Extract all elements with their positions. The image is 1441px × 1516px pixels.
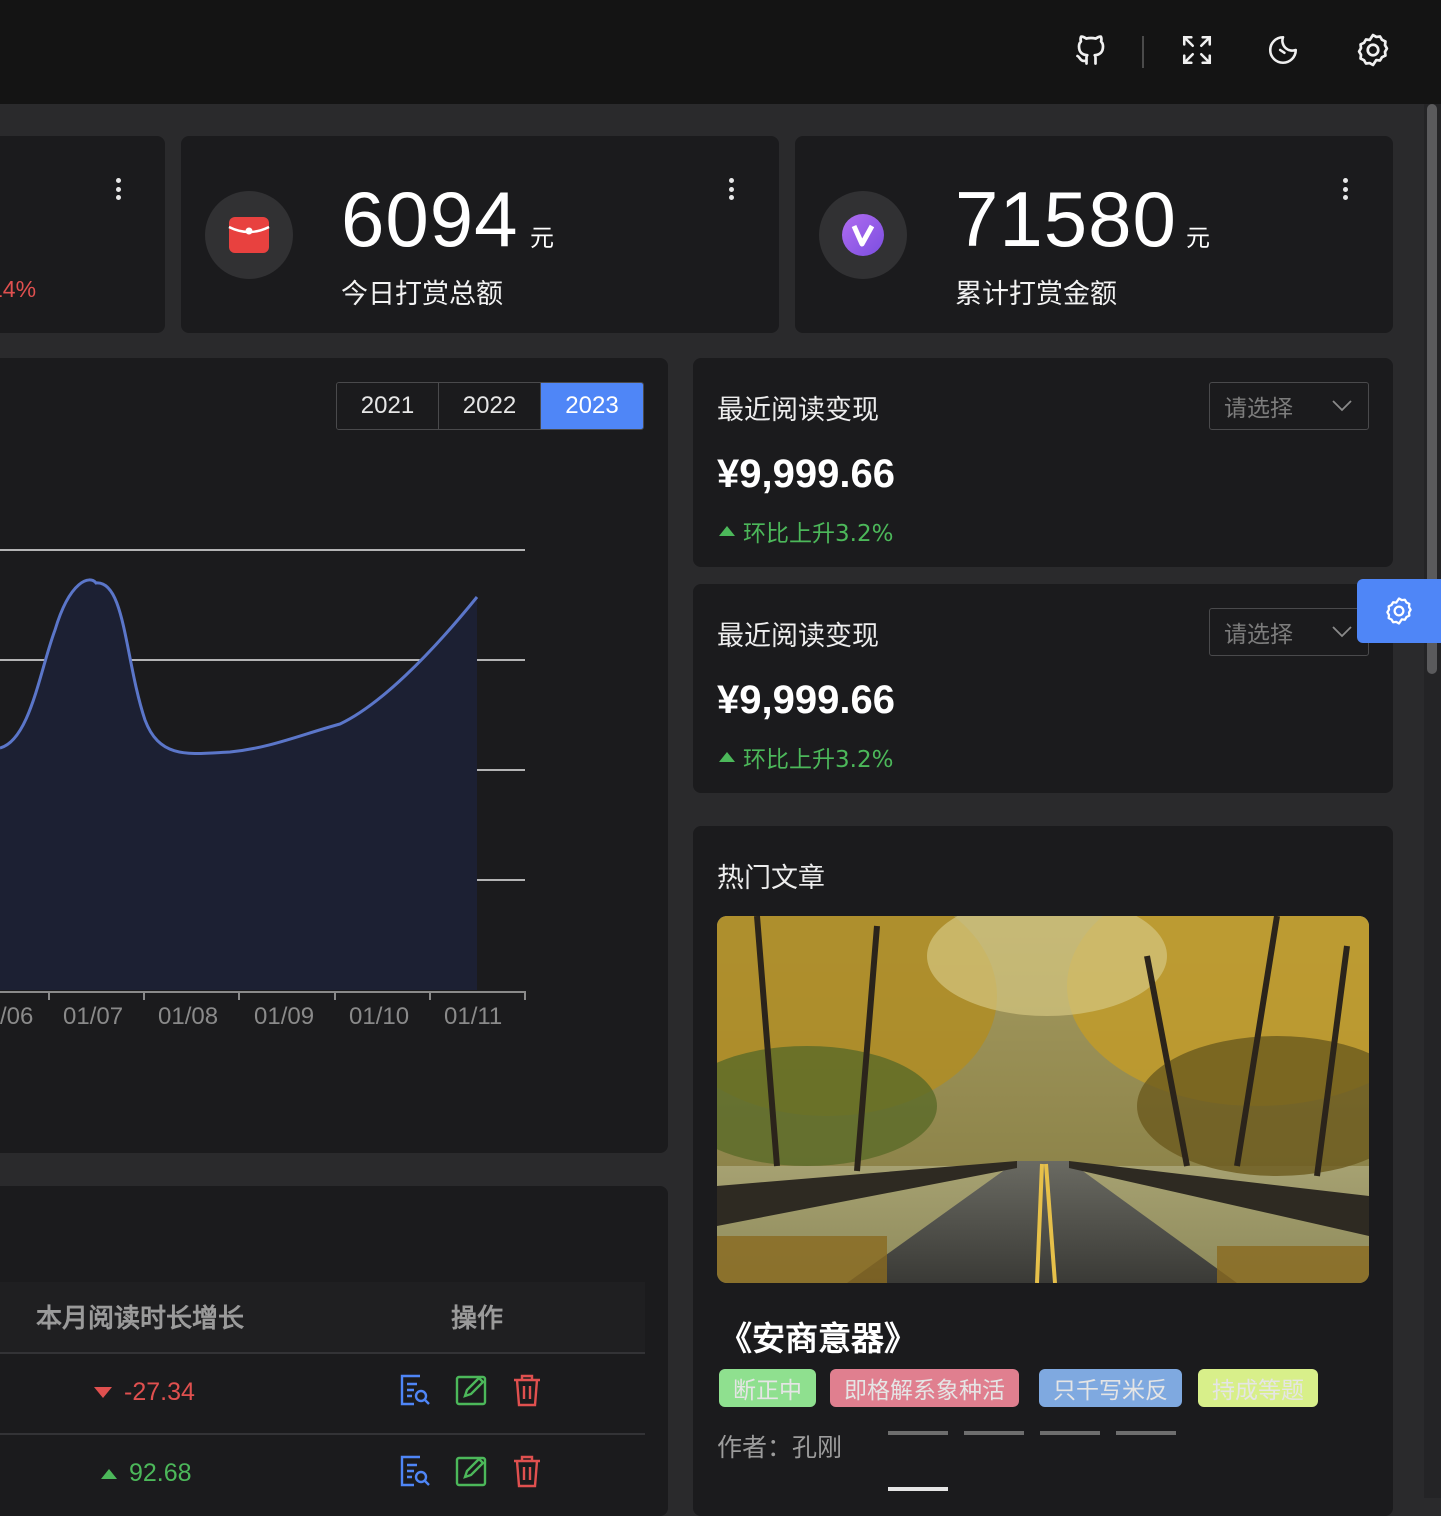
- period-select-placeholder: 请选择: [1224, 396, 1293, 422]
- growth-value: -27.34: [124, 1378, 195, 1406]
- chevron-down-icon: [1332, 400, 1352, 412]
- income-trend-text: 环比上升3.2%: [743, 521, 894, 547]
- stat-unit: 元: [530, 224, 554, 252]
- year-switcher: 2021 2022 2023: [336, 382, 644, 430]
- table-header-actions: 操作: [451, 1304, 504, 1334]
- loading-skeleton-bar: [888, 1431, 948, 1435]
- trend-down-icon: [94, 1387, 112, 1398]
- period-select[interactable]: 请选择: [1209, 382, 1369, 430]
- github-icon[interactable]: [1071, 30, 1111, 70]
- article-tag: 持成等题: [1198, 1369, 1318, 1407]
- dark-mode-icon[interactable]: [1263, 30, 1303, 70]
- reading-area-chart: /06 01/07 01/08 01/09 01/10 01/11: [0, 549, 526, 1030]
- article-tag: 断正中: [719, 1369, 816, 1407]
- more-menu-icon[interactable]: [1335, 174, 1355, 204]
- stat-label: 累计打赏金额: [955, 279, 1117, 310]
- floating-settings-button[interactable]: [1357, 579, 1441, 643]
- loading-skeleton-bar: [1040, 1431, 1100, 1435]
- loading-skeleton-bar: [964, 1431, 1024, 1435]
- period-select[interactable]: 请选择: [1209, 608, 1369, 656]
- stat-icon-wrapper: [205, 191, 293, 279]
- table-header-growth: 本月阅读时长增长: [36, 1304, 245, 1334]
- year-button-2022[interactable]: 2022: [439, 383, 541, 429]
- edit-icon[interactable]: [453, 1372, 489, 1408]
- view-detail-icon[interactable]: [396, 1372, 432, 1408]
- stat-trend-partial: 14%: [0, 276, 37, 302]
- trend-up-icon: [719, 526, 735, 536]
- article-cover-image[interactable]: [717, 916, 1369, 1283]
- delete-icon[interactable]: [509, 1372, 545, 1408]
- view-detail-icon[interactable]: [396, 1453, 432, 1489]
- hot-articles-title: 热门文章: [717, 863, 825, 894]
- chart-x-label: 01/11: [444, 1003, 502, 1030]
- stat-label: 今日打赏总额: [341, 279, 503, 310]
- income-card: 最近阅读变现 请选择 ¥9,999.66 环比上升3.2%: [693, 584, 1393, 793]
- income-amount: ¥9,999.66: [717, 452, 895, 496]
- chart-x-label: 01/07: [63, 1003, 123, 1030]
- loading-skeleton-bar: [1116, 1431, 1176, 1435]
- period-select-placeholder: 请选择: [1224, 622, 1293, 648]
- chart-x-label: 01/09: [254, 1003, 314, 1030]
- article-author: 作者：孔刚: [717, 1433, 843, 1462]
- income-card-title: 最近阅读变现: [717, 621, 879, 652]
- stat-unit: 元: [1186, 224, 1210, 252]
- article-title[interactable]: 《安商意器》: [719, 1312, 917, 1360]
- chart-x-label: 01/08: [158, 1003, 218, 1030]
- chart-area-fill: [0, 579, 477, 990]
- chevron-down-icon: [1332, 626, 1352, 638]
- stat-card-total-reward: 71580 元 累计打赏金额: [795, 136, 1393, 333]
- edit-icon[interactable]: [453, 1453, 489, 1489]
- top-navbar: [0, 0, 1441, 104]
- article-tag: 只千写米反: [1039, 1369, 1182, 1407]
- stat-card-today-reward: 6094 元 今日打赏总额: [181, 136, 779, 333]
- table-row-divider: [0, 1352, 645, 1354]
- year-button-2023[interactable]: 2023: [541, 383, 643, 429]
- income-trend: 环比上升3.2%: [719, 514, 893, 548]
- topbar-divider: [1142, 36, 1144, 68]
- delete-icon[interactable]: [509, 1453, 545, 1489]
- settings-icon[interactable]: [1353, 30, 1393, 70]
- more-menu-icon[interactable]: [108, 174, 128, 204]
- red-packet-icon: [228, 217, 270, 253]
- stat-value: 6094: [341, 175, 519, 263]
- gear-icon: [1386, 597, 1412, 625]
- table-row-divider: [0, 1433, 645, 1435]
- stat-value: 71580: [955, 175, 1177, 263]
- year-button-2021[interactable]: 2021: [337, 383, 439, 429]
- table-row-growth: 92.68: [101, 1459, 192, 1488]
- chart-x-label: /06: [0, 1003, 33, 1030]
- article-tag: 即格解系象种活: [830, 1369, 1019, 1407]
- chart-x-label: 01/10: [349, 1003, 409, 1030]
- stat-card-partial: 14%: [0, 136, 165, 333]
- growth-value: 92.68: [129, 1459, 192, 1487]
- v-badge-icon: [842, 214, 884, 256]
- income-amount: ¥9,999.66: [717, 678, 895, 722]
- carousel-indicator-active[interactable]: [888, 1487, 948, 1491]
- table-row-growth: -27.34: [94, 1378, 195, 1407]
- income-card-title: 最近阅读变现: [717, 395, 879, 426]
- income-card: 最近阅读变现 请选择 ¥9,999.66 环比上升3.2%: [693, 358, 1393, 567]
- income-trend: 环比上升3.2%: [719, 740, 893, 774]
- income-trend-text: 环比上升3.2%: [743, 747, 894, 773]
- more-menu-icon[interactable]: [721, 174, 741, 204]
- fullscreen-icon[interactable]: [1177, 30, 1217, 70]
- trend-up-icon: [719, 752, 735, 762]
- trend-up-icon: [101, 1468, 117, 1479]
- stat-icon-wrapper: [819, 191, 907, 279]
